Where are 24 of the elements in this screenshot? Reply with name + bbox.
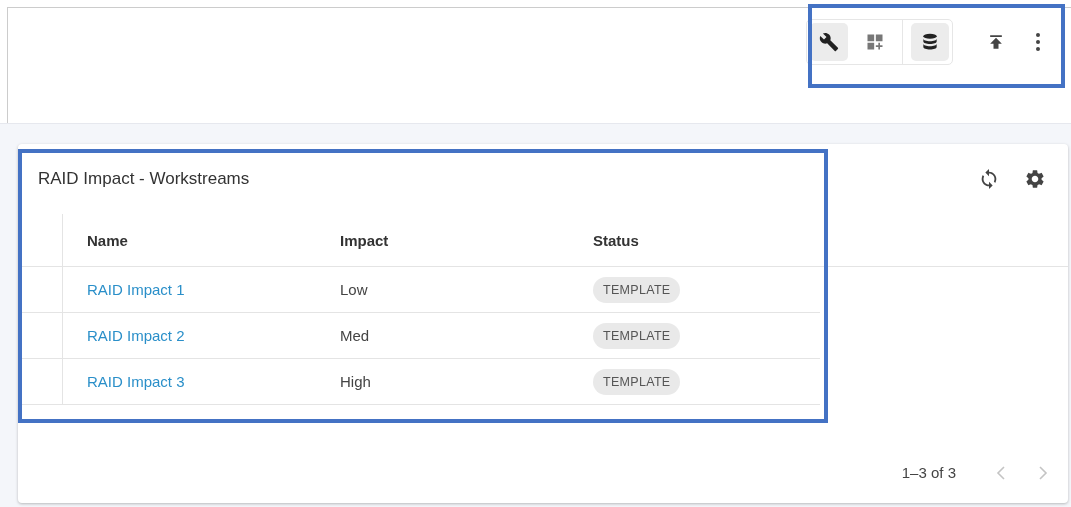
record-link[interactable]: RAID Impact 1 <box>87 281 340 298</box>
settings-icon <box>1024 168 1046 190</box>
status-chip: TEMPLATE <box>593 368 681 395</box>
settings-button[interactable] <box>1024 168 1046 190</box>
wrench-icon <box>819 32 839 52</box>
status-chip: TEMPLATE <box>593 322 681 349</box>
grid-add-icon <box>865 32 885 52</box>
chevron-right-icon <box>1038 464 1048 481</box>
chevron-left-icon <box>996 464 1006 481</box>
column-header: Status <box>593 231 639 249</box>
table-cell-text: Med <box>340 327 371 344</box>
record-link[interactable]: RAID Impact 3 <box>87 373 340 390</box>
table-cell-text: High <box>340 373 372 390</box>
more-icon <box>1035 33 1041 51</box>
toolbar-button[interactable] <box>911 23 949 61</box>
column-header: Impact <box>340 231 390 249</box>
column-header: Name <box>87 231 129 249</box>
pagination-range: 1–3 of 3 <box>901 464 956 481</box>
toolbar-button[interactable] <box>810 23 848 61</box>
record-link[interactable]: RAID Impact 2 <box>87 327 340 344</box>
table-cell-text: Low <box>340 281 369 298</box>
database-icon <box>920 32 940 52</box>
card-title: RAID Impact - Workstreams <box>38 169 251 189</box>
status-chip: TEMPLATE <box>593 276 681 303</box>
